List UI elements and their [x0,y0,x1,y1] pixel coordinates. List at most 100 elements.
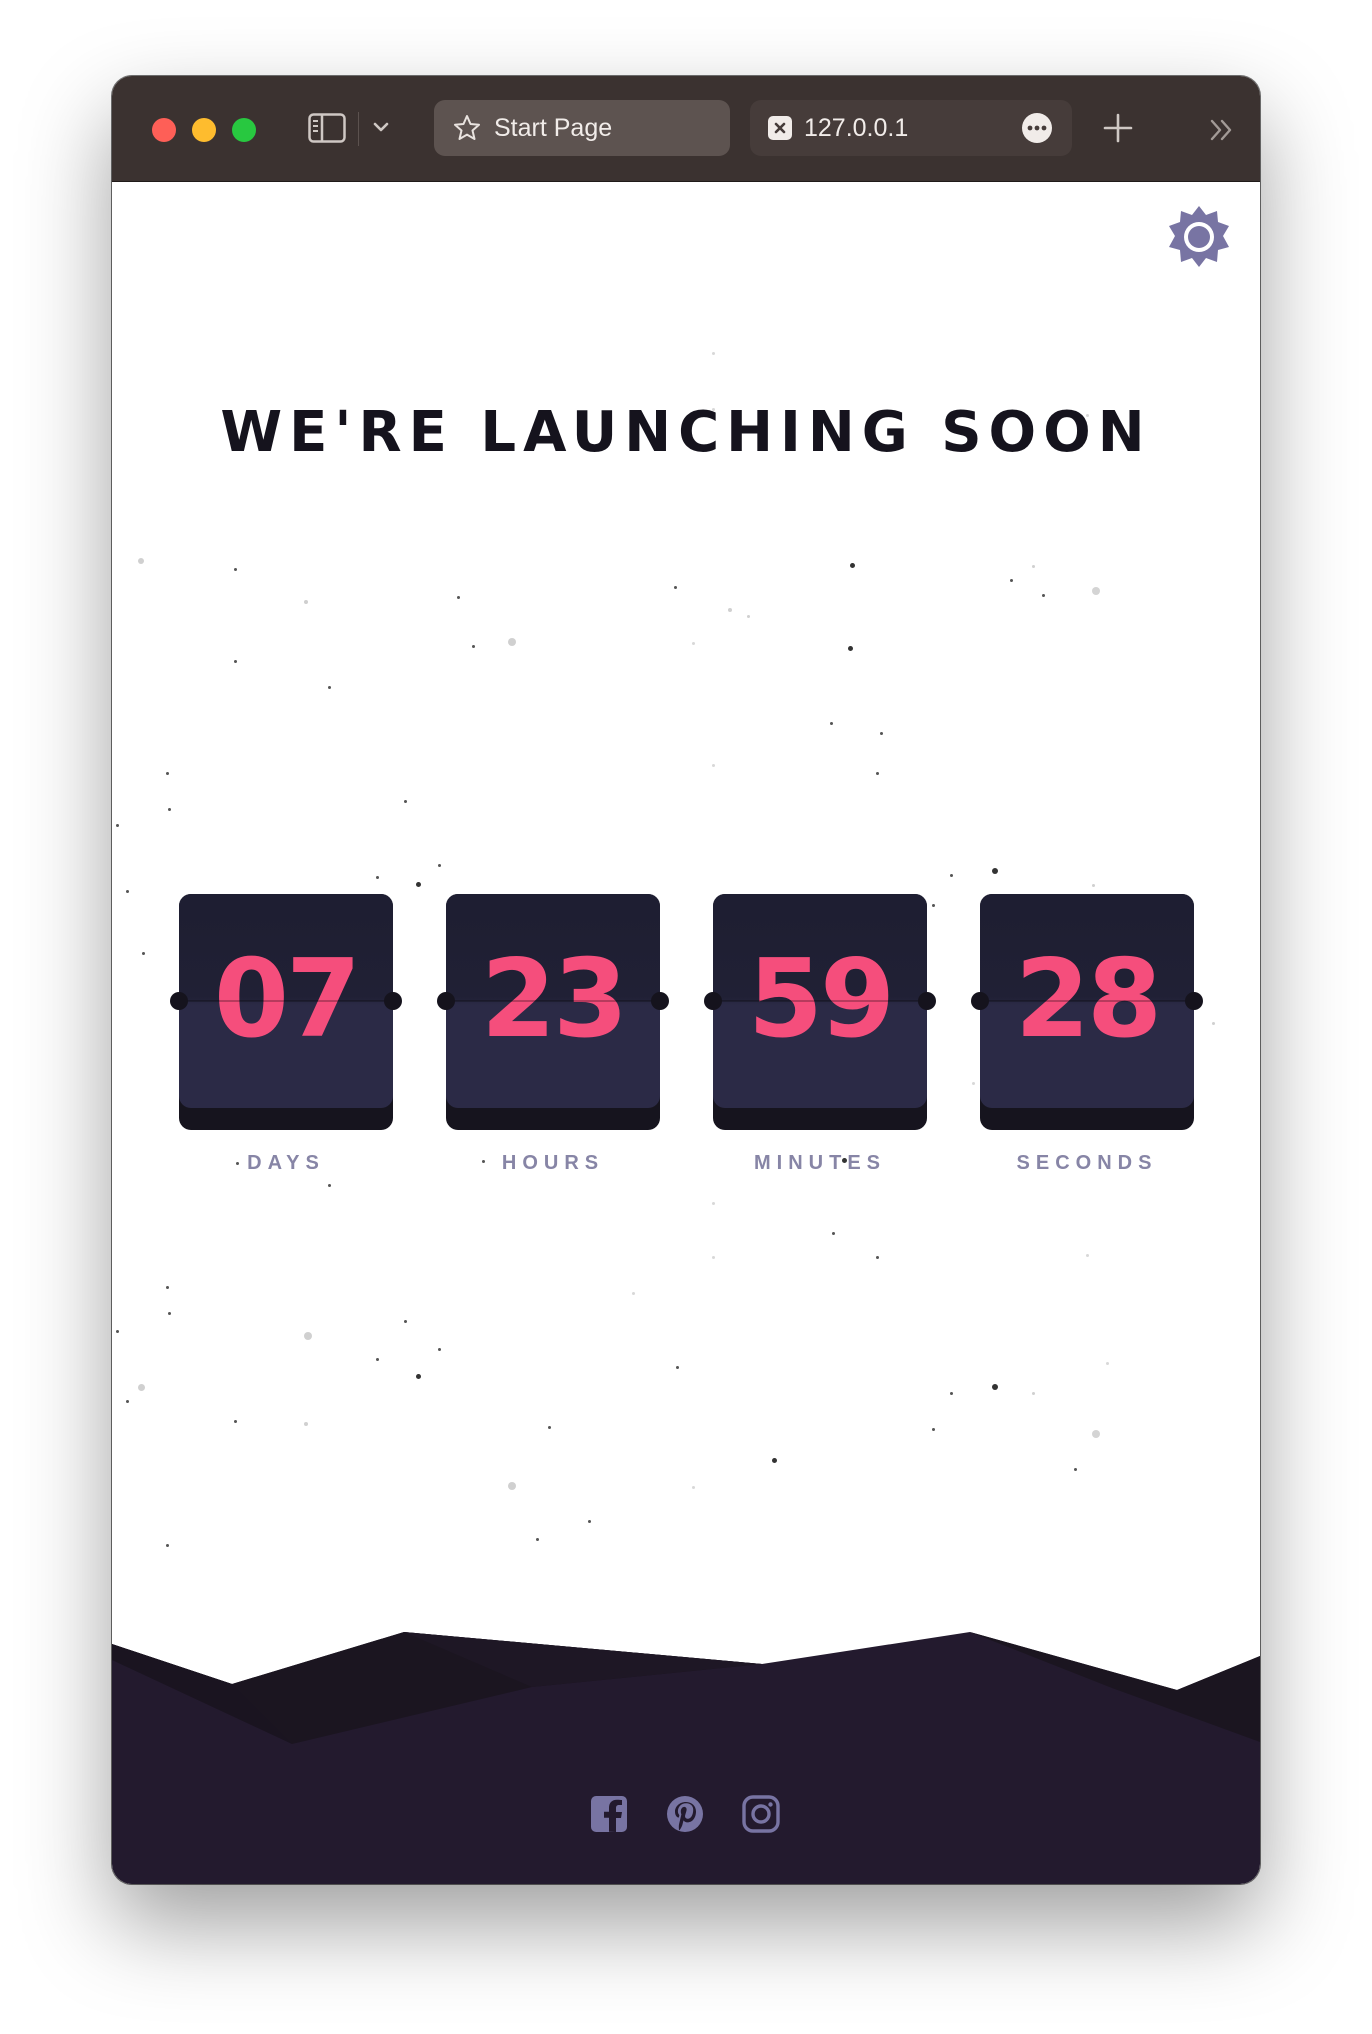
star-dot [692,642,695,645]
star-dot [166,1286,169,1289]
star-dot [1032,565,1035,568]
star-dot [168,808,171,811]
flip-card-face: 59 [713,894,927,1108]
star-dot [1010,579,1013,582]
star-dot [712,1256,715,1259]
star-dot [548,1426,551,1429]
star-dot [116,824,119,827]
star-dot [404,800,407,803]
star-dot [234,1420,237,1423]
star-dot [588,1520,591,1523]
page-title: WE'RE LAUNCHING SOON [220,400,1152,465]
star-dot [438,1348,441,1351]
star-icon [454,115,480,140]
star-dot [830,722,833,725]
star-dot [457,596,460,599]
hours-label: HOURS [501,1152,605,1174]
star-dot [138,558,144,564]
star-dot [126,1400,129,1403]
flip-card-face: 28 [980,894,1194,1108]
star-dot [674,586,677,589]
tab-start-page[interactable]: Start Page [434,100,730,156]
star-dot [1092,587,1100,595]
countdown-seconds: 28 [971,894,1203,1130]
star-dot [304,1332,312,1340]
star-dot [676,1366,679,1369]
countdown-hours: 23 [437,894,669,1130]
star-dot [1086,1254,1089,1257]
star-dot [166,1544,169,1547]
star-dot [632,1292,635,1295]
star-dot [876,772,879,775]
star-dot [747,615,750,618]
star-dot [166,772,169,775]
star-dot [692,1486,695,1489]
star-dot [1042,594,1045,597]
browser-window: Start Page 127.0.0.1 WE'RE LAUNCHING SOO… [112,76,1260,1884]
star-dot [376,1358,379,1361]
star-dot [1212,1022,1215,1025]
star-dot [416,1374,421,1379]
pinterest-icon[interactable] [665,1794,705,1834]
star-dot [876,1256,879,1259]
minutes-label: MINUTES [754,1152,886,1174]
minimize-window-button[interactable] [192,118,216,142]
star-dot [1092,1430,1100,1438]
star-dot [404,1320,407,1323]
star-dot [168,1312,171,1315]
star-dot [472,645,475,648]
star-dot [950,874,953,877]
star-dot [328,686,331,689]
star-dot [1106,1362,1109,1365]
flip-card-face: 07 [179,894,393,1108]
star-dot [850,563,855,568]
new-tab-plus-icon[interactable] [1102,112,1134,144]
settings-gear-icon[interactable] [1166,204,1232,270]
star-dot [1092,884,1095,887]
star-dot [116,1330,119,1333]
tab-label: 127.0.0.1 [804,113,909,142]
star-dot [376,876,379,879]
star-dot [932,1428,935,1431]
star-dot [932,904,935,907]
hills-footer-background [112,1632,1260,1884]
star-dot [832,1232,835,1235]
star-dot [508,1482,516,1490]
close-window-button[interactable] [152,118,176,142]
instagram-icon[interactable] [741,1794,781,1834]
star-dot [950,1392,953,1395]
star-dot [304,600,308,604]
star-dot [992,1384,998,1390]
star-dot [848,646,853,651]
days-label: DAYS [247,1152,325,1174]
star-dot [712,352,715,355]
title-bar: Start Page 127.0.0.1 [112,76,1260,182]
star-dot [234,568,237,571]
facebook-icon[interactable] [589,1794,629,1834]
chevron-down-icon[interactable] [370,116,392,138]
tab-label: Start Page [494,113,613,142]
star-dot [536,1538,539,1541]
star-dot [1032,1392,1035,1395]
star-dot [880,732,883,735]
double-chevron-right-icon[interactable] [1208,116,1236,144]
sidebar-toggle-icon[interactable] [308,113,346,143]
star-dot [138,1384,145,1391]
star-dot [438,864,441,867]
seconds-label: SECONDS [1016,1152,1158,1174]
star-dot [728,608,732,612]
star-dot [304,1422,308,1426]
star-dot [416,882,421,887]
more-options-icon[interactable] [1022,113,1052,143]
star-dot [126,890,129,893]
close-square-icon [768,116,792,140]
star-dot [972,1082,975,1085]
star-dot [508,638,516,646]
star-dot [142,952,145,955]
countdown-page: WE'RE LAUNCHING SOON 07 23 59 28 DAYS HO… [112,182,1260,1884]
star-dot [772,1458,777,1463]
zoom-window-button[interactable] [232,118,256,142]
tab-localhost[interactable]: 127.0.0.1 [750,100,1072,156]
star-dot [992,868,998,874]
star-dot [712,764,715,767]
